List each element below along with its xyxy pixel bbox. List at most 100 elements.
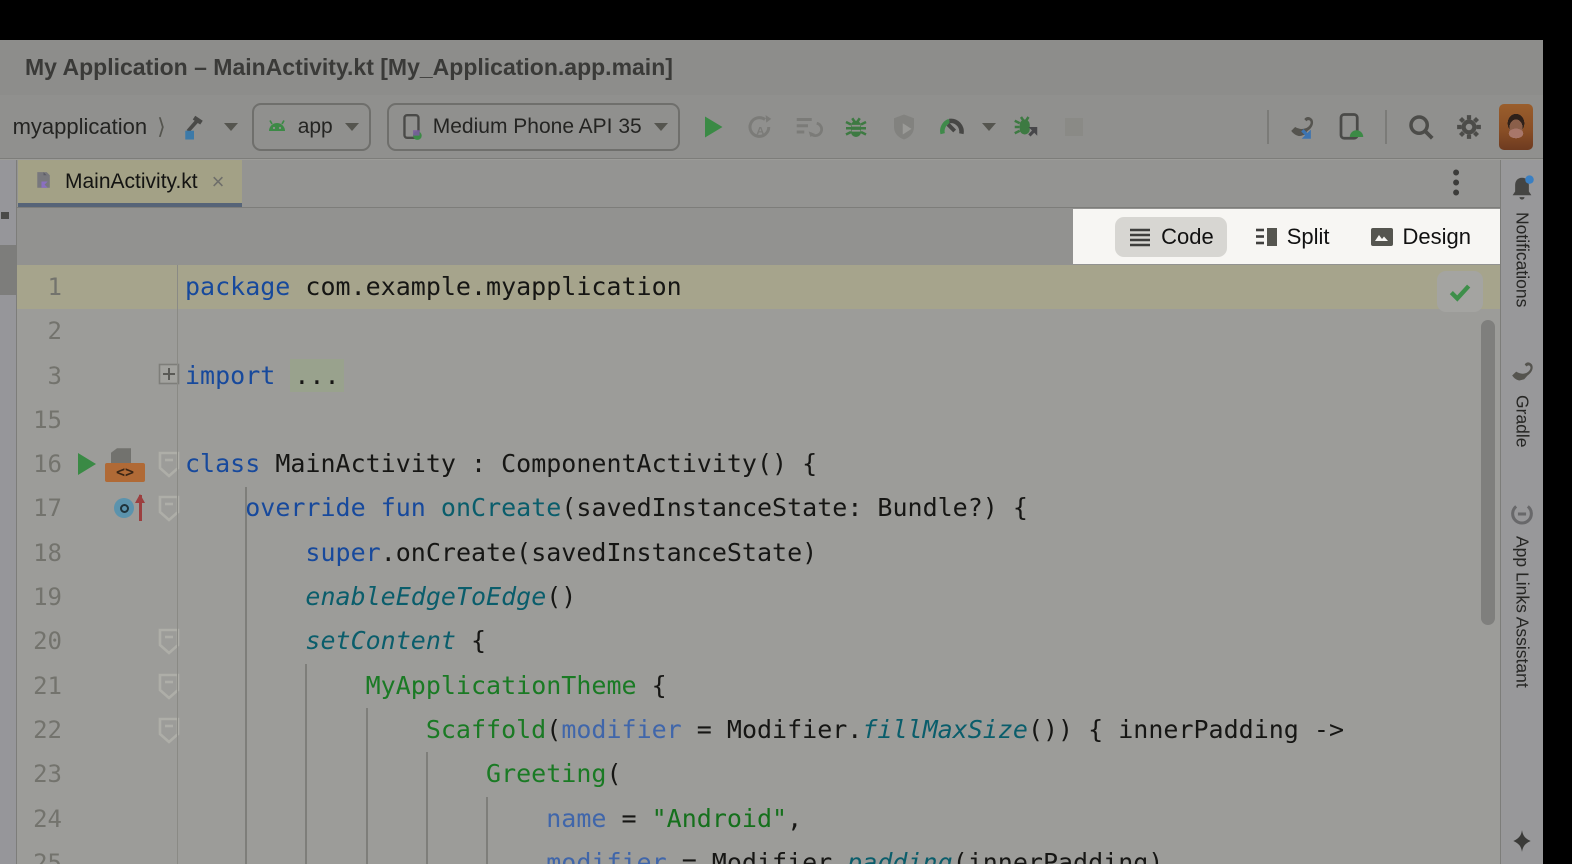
run-class-icon[interactable] xyxy=(78,453,96,475)
bell-icon xyxy=(1507,174,1537,204)
code-text[interactable]: modifier = Modifier.padding(innerPadding… xyxy=(185,841,1163,864)
code-line-21[interactable]: 21 MyApplicationTheme { xyxy=(17,664,1500,708)
toolbar-separator xyxy=(1385,110,1387,144)
profiler-gauge-icon[interactable] xyxy=(935,110,969,144)
main-toolbar: ⟩ myapplication ⟩ app Medium Phone API 3… xyxy=(0,95,1543,159)
line-number: 18 xyxy=(17,531,62,575)
apply-restart-activity-icon[interactable]: A xyxy=(743,110,777,144)
code-line-3[interactable]: 3import ... xyxy=(17,354,1500,398)
compose-preview-icon[interactable]: <> xyxy=(105,448,145,482)
run-play-button[interactable] xyxy=(695,110,729,144)
stop-button[interactable] xyxy=(1057,110,1091,144)
code-line-1[interactable]: 1 package com.example.myapplication xyxy=(17,265,1500,309)
gutter: 16<> xyxy=(17,442,177,486)
tab-label: MainActivity.kt xyxy=(65,170,198,194)
code-text[interactable]: Greeting( xyxy=(185,752,622,796)
code-text[interactable]: MyApplicationTheme { xyxy=(185,664,667,708)
code-line-19[interactable]: 19 enableEdgeToEdge() xyxy=(17,575,1500,619)
sidebar-item-notifications[interactable]: Notifications xyxy=(1507,174,1537,307)
editor-scrollbar[interactable] xyxy=(1481,320,1495,625)
code-view-icon xyxy=(1128,227,1152,247)
profile-app-icon[interactable] xyxy=(887,110,921,144)
toolbar-separator xyxy=(1267,110,1269,144)
line-number: 2 xyxy=(17,309,62,353)
gemini-sparkle-icon[interactable] xyxy=(1509,828,1535,854)
code-line-16[interactable]: 16<>class MainActivity : ComponentActivi… xyxy=(17,442,1500,486)
tool-stripe-mark[interactable] xyxy=(1,212,9,219)
code-line-24[interactable]: 24 name = "Android", xyxy=(17,797,1500,841)
code-text[interactable]: setContent { xyxy=(185,619,486,663)
line-number: 20 xyxy=(17,619,62,663)
settings-gear-icon[interactable] xyxy=(1452,110,1486,144)
apply-code-changes-icon[interactable] xyxy=(791,110,825,144)
code-text[interactable]: super.onCreate(savedInstanceState) xyxy=(185,531,817,575)
code-line-15[interactable]: 15 xyxy=(17,398,1500,442)
build-dropdown-caret-icon[interactable] xyxy=(224,123,238,131)
android-studio-window: My Application – MainActivity.kt [My_App… xyxy=(0,40,1543,864)
code-text[interactable]: name = "Android", xyxy=(185,797,802,841)
design-view-icon xyxy=(1370,227,1394,247)
screenshot-stage: My Application – MainActivity.kt [My_App… xyxy=(0,0,1572,864)
code-text[interactable]: import ... xyxy=(185,354,344,398)
gutter: 3 xyxy=(17,354,177,398)
code-text[interactable]: override fun onCreate(savedInstanceState… xyxy=(185,486,1028,530)
tab-mainactivity[interactable]: MainActivity.kt × xyxy=(18,160,242,207)
code-line-17[interactable]: 17 override fun onCreate(savedInstanceSt… xyxy=(17,486,1500,530)
search-icon[interactable] xyxy=(1404,110,1438,144)
gutter: 1 xyxy=(17,265,177,309)
code-line-22[interactable]: 22 Scaffold(modifier = Modifier.fillMaxS… xyxy=(17,708,1500,752)
view-mode-design-button[interactable]: Design xyxy=(1357,217,1484,257)
line-number: 1 xyxy=(17,265,62,309)
code-editor[interactable]: 1 package com.example.myapplication 23impo… xyxy=(17,265,1500,864)
gradle-sync-icon[interactable] xyxy=(1286,110,1320,144)
gutter: 24 xyxy=(17,797,177,841)
breadcrumb-chevron-icon: ⟩ xyxy=(0,114,1,140)
right-tool-stripe: Notifications Gradle App Links Assistant xyxy=(1500,160,1543,864)
editor-options-kebab-icon[interactable]: ••• xyxy=(1452,168,1460,198)
debug-bug-icon[interactable] xyxy=(839,110,873,144)
run-configuration-select[interactable]: app xyxy=(252,103,371,151)
indent-guide xyxy=(366,708,368,864)
gutter: 25 xyxy=(17,841,177,864)
user-avatar[interactable] xyxy=(1499,104,1533,150)
svg-text:A: A xyxy=(756,125,764,137)
gradle-elephant-icon xyxy=(1506,359,1538,387)
line-number: 15 xyxy=(17,398,62,442)
left-tool-stripe xyxy=(0,160,17,864)
gutter: 20 xyxy=(17,619,177,663)
tool-stripe-selected[interactable] xyxy=(0,245,16,295)
code-line-20[interactable]: 20 setContent { xyxy=(17,619,1500,663)
device-caret-icon xyxy=(654,123,668,131)
sidebar-item-app-links[interactable]: App Links Assistant xyxy=(1508,500,1536,688)
view-mode-code-button[interactable]: Code xyxy=(1115,217,1227,257)
attach-debugger-icon[interactable] xyxy=(1009,110,1043,144)
breadcrumb[interactable]: myapplication xyxy=(13,114,148,140)
code-text[interactable]: enableEdgeToEdge() xyxy=(185,575,576,619)
gutter: 18 xyxy=(17,531,177,575)
code-text[interactable]: package com.example.myapplication xyxy=(185,265,682,309)
gutter: 17 xyxy=(17,486,177,530)
device-select[interactable]: Medium Phone API 35 xyxy=(387,103,680,151)
title-bar: My Application – MainActivity.kt [My_App… xyxy=(0,40,1543,95)
view-mode-split-button[interactable]: Split xyxy=(1241,217,1343,257)
view-mode-switcher: Code Split Design xyxy=(1073,209,1500,264)
code-line-18[interactable]: 18 super.onCreate(savedInstanceState) xyxy=(17,531,1500,575)
split-view-icon xyxy=(1254,227,1278,247)
code-line-2[interactable]: 2 xyxy=(17,309,1500,353)
build-hammer-icon[interactable] xyxy=(177,110,211,144)
device-manager-icon[interactable] xyxy=(1334,110,1368,144)
check-icon xyxy=(1447,279,1473,305)
tab-close-icon[interactable]: × xyxy=(212,169,225,195)
inspections-status-widget[interactable] xyxy=(1437,271,1483,312)
sidebar-item-gradle[interactable]: Gradle xyxy=(1506,359,1538,448)
code-line-25[interactable]: 25 modifier = Modifier.padding(innerPadd… xyxy=(17,841,1500,864)
code-text[interactable]: class MainActivity : ComponentActivity()… xyxy=(185,442,817,486)
profiler-caret-icon[interactable] xyxy=(982,123,996,131)
sidebar-label: Notifications xyxy=(1512,212,1533,307)
code-line-23[interactable]: 23 Greeting( xyxy=(17,752,1500,796)
run-config-caret-icon xyxy=(345,123,359,131)
code-text[interactable]: Scaffold(modifier = Modifier.fillMaxSize… xyxy=(185,708,1344,752)
gutter-separator xyxy=(177,265,178,864)
overriding-method-icon[interactable] xyxy=(114,495,158,523)
indent-guide xyxy=(245,487,247,864)
